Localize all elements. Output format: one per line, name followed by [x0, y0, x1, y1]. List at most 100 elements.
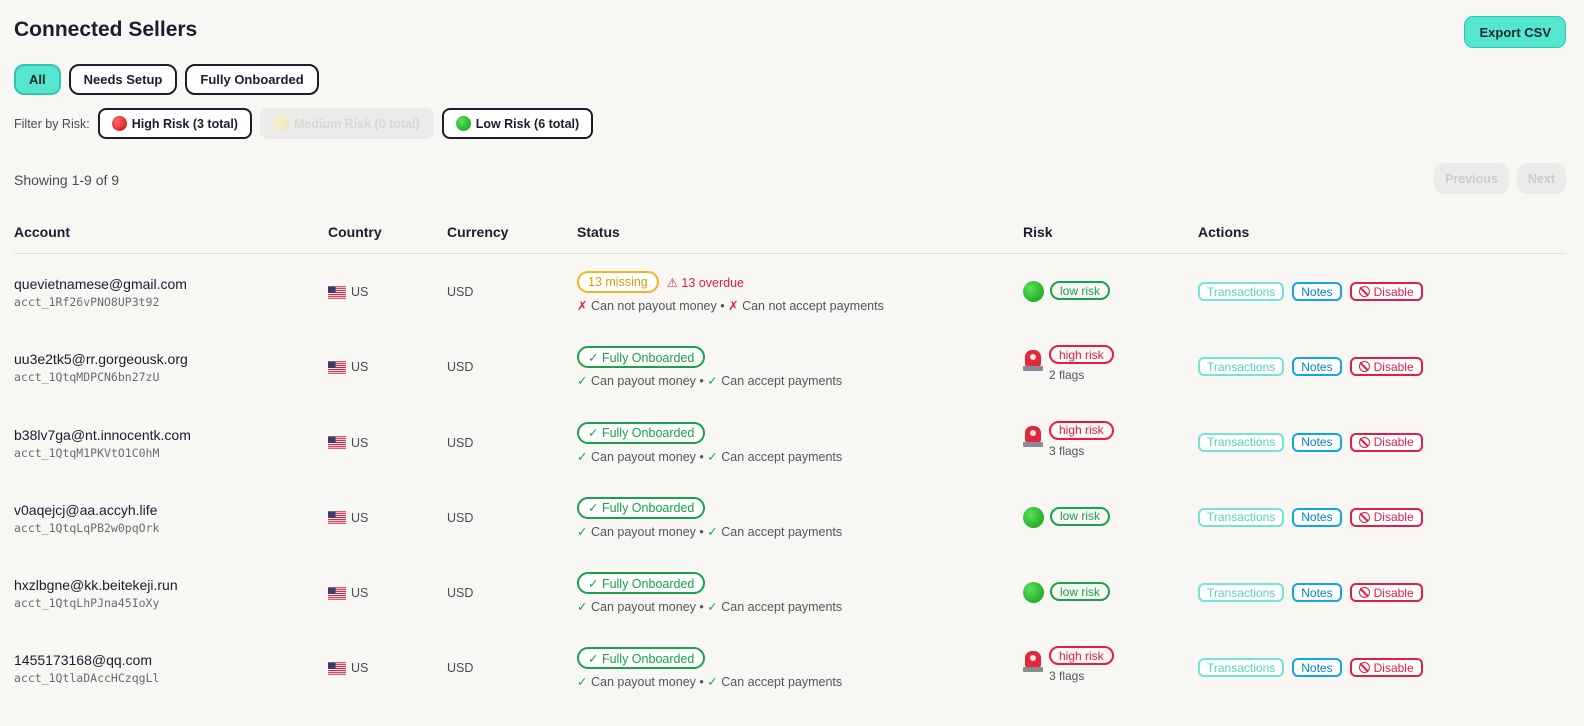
- risk-badge: high risk: [1049, 646, 1114, 666]
- ban-icon: [1358, 511, 1370, 523]
- payout-capability: Can payout money: [590, 374, 696, 389]
- ban-icon: [1358, 662, 1370, 674]
- country-code: US: [351, 510, 369, 525]
- siren-icon: [1023, 651, 1043, 673]
- payout-status-mark: ✓: [577, 600, 588, 615]
- capabilities: ✓ Can payout money • ✓ Can accept paymen…: [577, 373, 842, 388]
- disable-button[interactable]: Disable: [1349, 658, 1423, 678]
- risk-filter-label: Filter by Risk:: [14, 116, 90, 131]
- status-tabs: All Needs Setup Fully Onboarded: [14, 64, 319, 95]
- risk-flags-count: 3 flags: [1049, 443, 1085, 458]
- transactions-button[interactable]: Transactions: [1198, 583, 1285, 603]
- tab-all[interactable]: All: [14, 64, 61, 95]
- account-id: acct_1Rf26vPNO8UP3t92: [14, 295, 160, 309]
- medium-risk-filter-label: Medium Risk (0 total): [293, 116, 420, 131]
- notes-button[interactable]: Notes: [1292, 282, 1342, 301]
- capabilities: ✓ Can payout money • ✓ Can accept paymen…: [577, 449, 842, 464]
- risk-badge: high risk: [1049, 345, 1114, 365]
- capability-separator: •: [699, 675, 704, 690]
- currency-cell: USD: [447, 661, 474, 676]
- disable-button[interactable]: Disable: [1349, 432, 1423, 452]
- country-cell: US: [328, 511, 368, 525]
- disable-label: Disable: [1373, 359, 1414, 374]
- disable-button[interactable]: Disable: [1349, 507, 1423, 527]
- accept-status-mark: ✓: [707, 524, 718, 539]
- disable-button[interactable]: Disable: [1349, 583, 1423, 603]
- siren-icon: [1023, 425, 1043, 447]
- notes-button[interactable]: Notes: [1292, 583, 1342, 603]
- red-circle-icon: [111, 116, 127, 131]
- page-title: Connected Sellers: [14, 18, 198, 41]
- capabilities: ✓ Can payout money • ✓ Can accept paymen…: [577, 524, 842, 539]
- us-flag-icon: [328, 285, 346, 299]
- risk-cell: low risk: [1023, 281, 1111, 302]
- status-badge: ✓ Fully Onboarded: [577, 647, 706, 670]
- currency-cell: USD: [447, 360, 474, 375]
- transactions-button[interactable]: Transactions: [1198, 357, 1285, 377]
- payout-capability: Can payout money: [590, 449, 696, 464]
- export-csv-button[interactable]: Export CSV: [1464, 16, 1566, 48]
- status-badge: ✓ Fully Onboarded: [577, 346, 706, 369]
- notes-button[interactable]: Notes: [1292, 658, 1342, 678]
- transactions-button[interactable]: Transactions: [1198, 658, 1285, 678]
- low-risk-filter-button[interactable]: Low Risk (6 total): [441, 108, 594, 139]
- notes-button[interactable]: Notes: [1292, 432, 1342, 452]
- table-row: uu3e2tk5@rr.gorgeousk.org acct_1QtqMDPCN…: [14, 329, 1566, 404]
- us-flag-icon: [328, 436, 346, 449]
- header-actions: Actions: [1198, 224, 1250, 240]
- disable-button[interactable]: Disable: [1349, 282, 1423, 301]
- green-circle-icon: [1023, 582, 1044, 604]
- account-id: acct_1QtlaDAccHCzqgLl: [14, 671, 160, 686]
- status-badge: 13 missing: [577, 271, 659, 293]
- risk-badge: low risk: [1050, 506, 1111, 526]
- disable-label: Disable: [1373, 284, 1414, 299]
- table-row: v0aqejcj@aa.accyh.life acct_1QtqLqPB2w0p…: [14, 480, 1566, 555]
- payout-status-mark: ✓: [577, 449, 588, 464]
- risk-filter: Filter by Risk: High Risk (3 total) Medi…: [14, 108, 594, 139]
- high-risk-filter-button[interactable]: High Risk (3 total): [97, 108, 252, 139]
- currency-cell: USD: [447, 435, 474, 450]
- disable-button[interactable]: Disable: [1349, 357, 1423, 377]
- accept-capability: Can accept payments: [721, 449, 843, 464]
- notes-button[interactable]: Notes: [1292, 507, 1342, 527]
- status-cell: 13 missing ⚠ 13 overdue ✗ Can not payout…: [577, 270, 884, 313]
- low-risk-filter-label: Low Risk (6 total): [475, 116, 580, 131]
- connected-sellers-page: Connected Sellers Export CSV All Needs S…: [0, 0, 1584, 726]
- status-cell: ✓ Fully Onboarded ✓ Can payout money • ✓…: [577, 646, 842, 689]
- table-header: Account Country Currency Status Risk Act…: [14, 218, 1566, 254]
- capability-separator: •: [699, 524, 704, 539]
- payout-capability: Can payout money: [590, 524, 696, 539]
- next-page-button[interactable]: Next: [1516, 163, 1566, 194]
- status-badge: ✓ Fully Onboarded: [577, 496, 706, 519]
- risk-flags-count: 2 flags: [1049, 368, 1085, 383]
- accept-capability: Can accept payments: [721, 600, 843, 615]
- capabilities: ✗ Can not payout money • ✗ Can not accep…: [577, 298, 884, 313]
- account-cell: b38lv7ga@nt.innocentk.com acct_1QtqM1PKV…: [14, 427, 191, 460]
- transactions-button[interactable]: Transactions: [1198, 282, 1285, 301]
- account-cell: uu3e2tk5@rr.gorgeousk.org acct_1QtqMDPCN…: [14, 351, 188, 384]
- accept-capability: Can not accept payments: [742, 299, 884, 313]
- ban-icon: [1358, 286, 1370, 297]
- risk-cell: high risk 3 flags: [1023, 420, 1114, 458]
- transactions-button[interactable]: Transactions: [1198, 507, 1285, 527]
- account-id: acct_1QtqLqPB2w0pqOrk: [14, 520, 160, 535]
- account-email: 1455173168@qq.com: [14, 652, 152, 669]
- siren-icon: [1023, 350, 1043, 372]
- green-circle-icon: [1023, 506, 1044, 528]
- yellow-circle-icon: [273, 116, 289, 131]
- tab-needs-setup[interactable]: Needs Setup: [68, 64, 178, 95]
- notes-button[interactable]: Notes: [1292, 357, 1342, 377]
- currency-cell: USD: [447, 285, 474, 299]
- header-country: Country: [328, 224, 382, 240]
- risk-cell: high risk 3 flags: [1023, 646, 1114, 683]
- country-cell: US: [328, 586, 368, 600]
- risk-badge: high risk: [1049, 420, 1114, 440]
- account-email: quevietnamese@gmail.com: [14, 276, 187, 292]
- table-row: 1455173168@qq.com acct_1QtlaDAccHCzqgLl …: [14, 630, 1566, 705]
- previous-page-button[interactable]: Previous: [1434, 163, 1509, 194]
- overdue-warning: ⚠ 13 overdue: [666, 275, 744, 290]
- tab-fully-onboarded[interactable]: Fully Onboarded: [185, 64, 319, 95]
- disable-label: Disable: [1373, 510, 1414, 525]
- transactions-button[interactable]: Transactions: [1198, 432, 1285, 452]
- medium-risk-filter-button[interactable]: Medium Risk (0 total): [259, 108, 434, 139]
